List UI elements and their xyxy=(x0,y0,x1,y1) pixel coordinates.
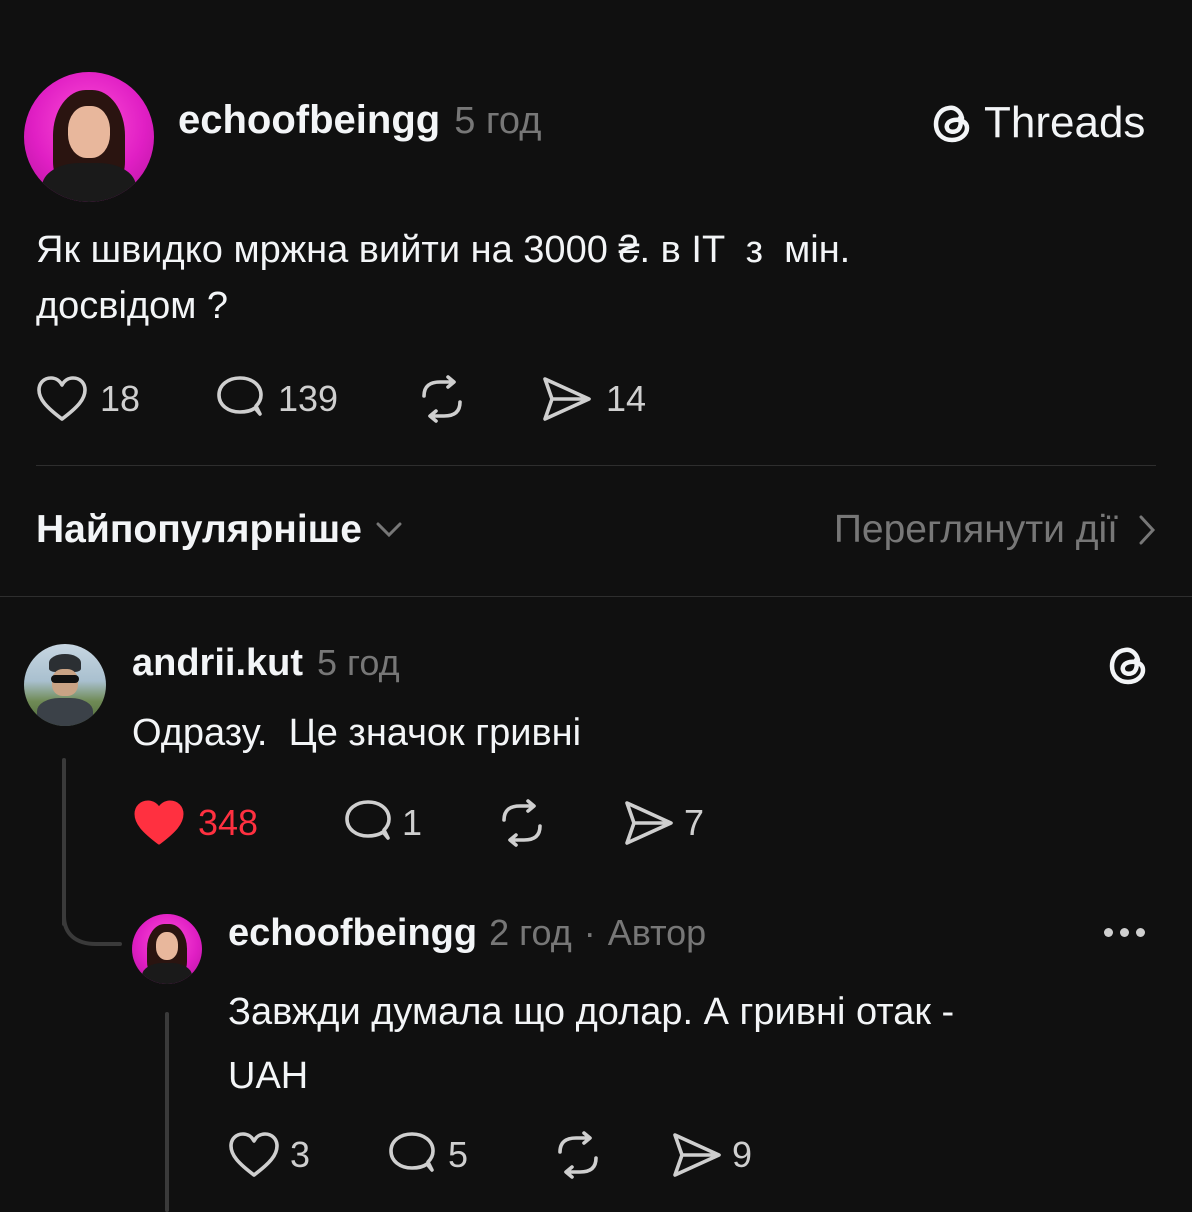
view-activity-link[interactable]: Переглянути дії xyxy=(834,508,1156,552)
reply2-header: echoofbeingg 2 год · Автор xyxy=(228,912,706,955)
reply1-reply-count: 1 xyxy=(402,802,423,843)
comment-icon xyxy=(386,1130,438,1180)
post-repost-button[interactable] xyxy=(414,374,540,424)
reply1-threads-icon[interactable] xyxy=(1104,640,1154,690)
reply1-header: andrii.kut 5 год xyxy=(132,642,400,685)
post-author-avatar[interactable] xyxy=(24,72,154,202)
reply1-share-count: 7 xyxy=(684,802,705,843)
comment-icon xyxy=(214,374,266,424)
reply1-like-count: 348 xyxy=(198,802,259,843)
post-header: echoofbeingg 5 год xyxy=(178,98,541,148)
reply2-share-count: 9 xyxy=(732,1134,753,1175)
avatar-body xyxy=(141,963,193,984)
reply2-avatar[interactable] xyxy=(132,914,202,984)
post-reply-count: 139 xyxy=(278,378,339,419)
repost-icon xyxy=(550,1130,606,1180)
reply1-text: Одразу. Це значок гривні xyxy=(132,712,582,754)
post-like-count: 18 xyxy=(100,378,141,419)
reply2-reply-button[interactable]: 5 xyxy=(386,1130,550,1180)
reply2-like-button[interactable]: 3 xyxy=(228,1131,386,1179)
post-time: 5 год xyxy=(454,100,542,142)
chevron-right-icon xyxy=(1138,514,1156,546)
heart-icon xyxy=(228,1131,280,1179)
reply2-time: 2 год xyxy=(489,912,572,953)
reply1-repost-button[interactable] xyxy=(494,798,622,848)
more-dot-icon xyxy=(1120,928,1129,937)
reply2-text-line-1: Завжди думала що долар. А гривні отак - xyxy=(228,991,955,1033)
reply2-like-count: 3 xyxy=(290,1134,311,1175)
post-share-count: 14 xyxy=(606,378,647,419)
reply2-thread-line xyxy=(165,1012,169,1212)
view-activity-label: Переглянути дії xyxy=(833,508,1118,551)
avatar-face xyxy=(68,105,110,158)
reply2-username[interactable]: echoofbeingg xyxy=(228,912,477,955)
avatar-glasses xyxy=(51,675,79,683)
reply1-actions: 348 1 7 xyxy=(132,796,704,850)
post-text-line-1: Як швидко мржна вийти на 3000 ₴. в IT з … xyxy=(36,229,851,271)
reply1-time: 5 год xyxy=(317,642,400,683)
reply1-like-button[interactable]: 348 xyxy=(132,799,342,847)
post-actions: 18 139 14 xyxy=(36,372,646,426)
send-icon xyxy=(540,375,594,423)
reply1-avatar[interactable] xyxy=(24,644,106,726)
reply2-actions: 3 5 9 xyxy=(228,1128,752,1182)
post-text-line-2: досвідом ? xyxy=(36,285,229,327)
more-dot-icon xyxy=(1136,928,1145,937)
post-reply-button[interactable]: 139 xyxy=(214,374,414,424)
reply1-share-button[interactable]: 7 xyxy=(622,799,704,847)
heart-filled-icon xyxy=(132,799,186,847)
avatar-face xyxy=(155,932,179,961)
reply2-text: Завжди думала що долар. А гривні отак - … xyxy=(228,980,1148,1108)
post-text: Як швидко мржна вийти на 3000 ₴. в IT з … xyxy=(36,222,1156,334)
chevron-down-icon xyxy=(374,520,404,540)
repost-icon xyxy=(494,798,550,848)
avatar-body xyxy=(42,163,136,202)
sort-label: Найпопулярніше xyxy=(36,508,362,551)
reply2-separator: · xyxy=(583,912,596,953)
comment-icon xyxy=(342,798,394,848)
threads-brand-label: Threads xyxy=(984,98,1146,147)
heart-icon xyxy=(36,375,88,423)
reply1-username[interactable]: andrii.kut xyxy=(132,642,303,685)
reply2-text-line-2: UAH xyxy=(228,1055,309,1097)
threads-logo-icon xyxy=(928,98,978,148)
send-icon xyxy=(670,1131,724,1179)
reply1-reply-button[interactable]: 1 xyxy=(342,798,494,848)
reply2-more-button[interactable] xyxy=(1104,928,1145,937)
reply2-repost-button[interactable] xyxy=(550,1130,670,1180)
avatar-shirt xyxy=(37,698,93,726)
post-share-button[interactable]: 14 xyxy=(540,375,646,423)
sort-divider xyxy=(0,596,1192,597)
avatar-face xyxy=(51,668,79,697)
reply1-thread-curve xyxy=(62,884,122,955)
reply2-author-badge: Автор xyxy=(607,912,707,953)
post-divider xyxy=(36,465,1156,466)
reply2-share-button[interactable]: 9 xyxy=(670,1131,752,1179)
reply2-reply-count: 5 xyxy=(448,1134,469,1175)
send-icon xyxy=(622,799,676,847)
threads-brand[interactable]: Threads xyxy=(928,98,1145,148)
sort-dropdown[interactable]: Найпопулярніше xyxy=(36,508,404,552)
post-username[interactable]: echoofbeingg xyxy=(178,98,440,143)
post-like-button[interactable]: 18 xyxy=(36,375,214,423)
more-dot-icon xyxy=(1104,928,1113,937)
repost-icon xyxy=(414,374,470,424)
